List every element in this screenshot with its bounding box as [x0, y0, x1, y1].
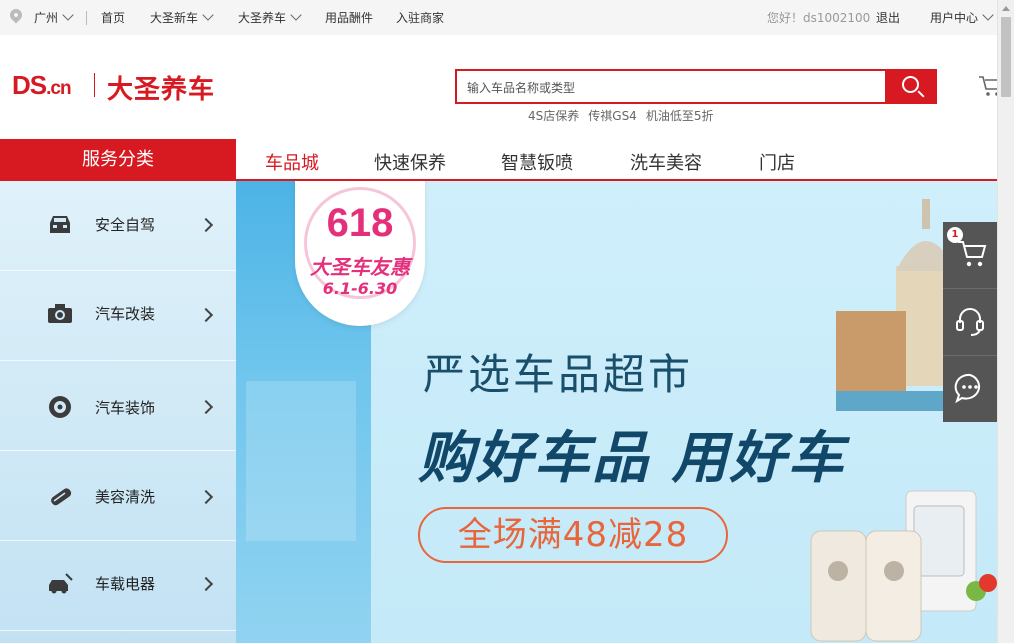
car-care-label: 大圣养车 [238, 11, 287, 25]
category-header[interactable]: 服务分类 [0, 139, 236, 181]
new-car-label: 大圣新车 [150, 11, 199, 25]
merchant-join-link[interactable]: 入驻商家 [396, 10, 444, 26]
cart-count-badge: 1 [947, 227, 963, 243]
badge-number: 618 [326, 201, 394, 245]
sidebar-item-label: 车载电器 [95, 575, 156, 593]
sidebar-item-modification[interactable]: 汽车改装 [0, 271, 236, 361]
nav-tab-smart-bodywork[interactable]: 智慧钣喷 [501, 149, 573, 175]
hot-keywords: 4S店保养 传祺GS4 机油低至5折 [528, 107, 722, 124]
city-label: 广州 [34, 11, 59, 25]
nav-tab-car-wash[interactable]: 洗车美容 [630, 149, 702, 175]
sidebar-item-decoration[interactable]: 汽车装饰 [0, 361, 236, 451]
home-link[interactable]: 首页 [101, 10, 125, 26]
sidebar-item-cleaning[interactable]: 美容清洗 [0, 451, 236, 541]
user-center-label: 用户中心 [930, 11, 979, 25]
nav-tab-quick-maintenance[interactable]: 快速保养 [374, 149, 446, 175]
new-car-menu[interactable]: 大圣新车 [150, 9, 214, 26]
chevron-right-icon [198, 576, 214, 592]
search-icon [902, 76, 919, 93]
camera-icon [48, 304, 72, 323]
page: 广州 首页 大圣新车 大圣养车 用品酬件 入驻商家 您好！ds1002100 退… [0, 0, 1014, 643]
divider [86, 11, 87, 25]
sidebar-item-label: 汽车改装 [95, 305, 156, 323]
pillow-products [810, 530, 922, 642]
logo-domain: .cn [46, 78, 71, 99]
nav-tab-stores[interactable]: 门店 [759, 149, 795, 175]
car-repair-icon [49, 573, 73, 594]
headset-icon [956, 308, 984, 336]
banner-slogan: 购好车品 用好车 [418, 426, 846, 491]
page-scrollbar[interactable] [997, 0, 1014, 643]
location-pin-icon [7, 6, 25, 24]
chevron-right-icon [198, 489, 214, 505]
sidebar-item-safe-driving[interactable]: 安全自驾 [0, 181, 236, 271]
car-front-icon [50, 216, 70, 233]
chevron-down-icon [202, 9, 214, 21]
chevron-down-icon [62, 9, 74, 21]
logout-link[interactable]: 退出 [876, 10, 900, 26]
chevron-down-icon [290, 9, 302, 21]
accessories-link[interactable]: 用品酬件 [325, 10, 373, 26]
nav-tab-parts-mall[interactable]: 车品城 [265, 149, 319, 175]
logo[interactable]: DS.cn [12, 70, 72, 101]
scroll-up-arrow-icon[interactable] [1002, 6, 1010, 11]
cart-icon [958, 241, 987, 267]
chevron-down-icon [982, 9, 994, 21]
hot-keyword[interactable]: 机油低至5折 [646, 109, 714, 123]
chevron-right-icon [198, 217, 214, 233]
promo-pill: 全场满48减28 [418, 507, 728, 563]
sidebar-item-label: 汽车装饰 [95, 399, 156, 417]
banner-headline: 严选车品超市 [423, 350, 694, 399]
banner-bg-building [246, 381, 356, 541]
city-selector[interactable]: 广州 [34, 9, 74, 26]
sidebar-item-label: 美容清洗 [95, 488, 156, 506]
brand-name: 大圣养车 [107, 75, 216, 105]
hot-keyword[interactable]: 4S店保养 [528, 109, 579, 123]
logo-text: DS [12, 70, 47, 100]
toolbar-cart-button[interactable]: 1 [943, 222, 997, 288]
car-care-menu[interactable]: 大圣养车 [238, 9, 302, 26]
badge-dates: 6.1-6.30 [322, 279, 398, 298]
search-button[interactable] [885, 69, 937, 104]
brush-icon [51, 488, 72, 506]
hot-keyword[interactable]: 传祺GS4 [588, 109, 637, 123]
toolbar-service-button[interactable] [943, 288, 997, 354]
floating-toolbar: 1 [943, 222, 997, 422]
badge-title: 大圣车友惠 [310, 255, 410, 279]
chevron-right-icon [198, 399, 214, 415]
logo-divider [94, 73, 95, 97]
toolbar-chat-button[interactable] [943, 355, 997, 421]
user-greeting: 您好！ds1002100 [767, 11, 871, 25]
scroll-thumb[interactable] [1001, 17, 1011, 97]
chevron-right-icon [198, 307, 214, 323]
sidebar-item-electronics[interactable]: 车载电器 [0, 541, 236, 631]
wheel-icon [49, 396, 71, 418]
sidebar-item-label: 安全自驾 [95, 216, 156, 234]
618-badge: 618 大圣车友惠 6.1-6.30 [295, 181, 425, 326]
search-input[interactable]: 输入车品名称或类型 [455, 69, 885, 104]
category-sidebar: 安全自驾 汽车改装 汽车装饰 美容清洗 车载电器 [0, 181, 236, 643]
top-bar: 广州 首页 大圣新车 大圣养车 用品酬件 入驻商家 您好！ds1002100 退… [0, 0, 997, 35]
chat-icon [954, 373, 981, 404]
user-center-menu[interactable]: 用户中心 [930, 9, 994, 26]
promo-banner[interactable]: 618 大圣车友惠 6.1-6.30 严选车品超市 购好车品 用好车 全场满48… [236, 181, 997, 643]
